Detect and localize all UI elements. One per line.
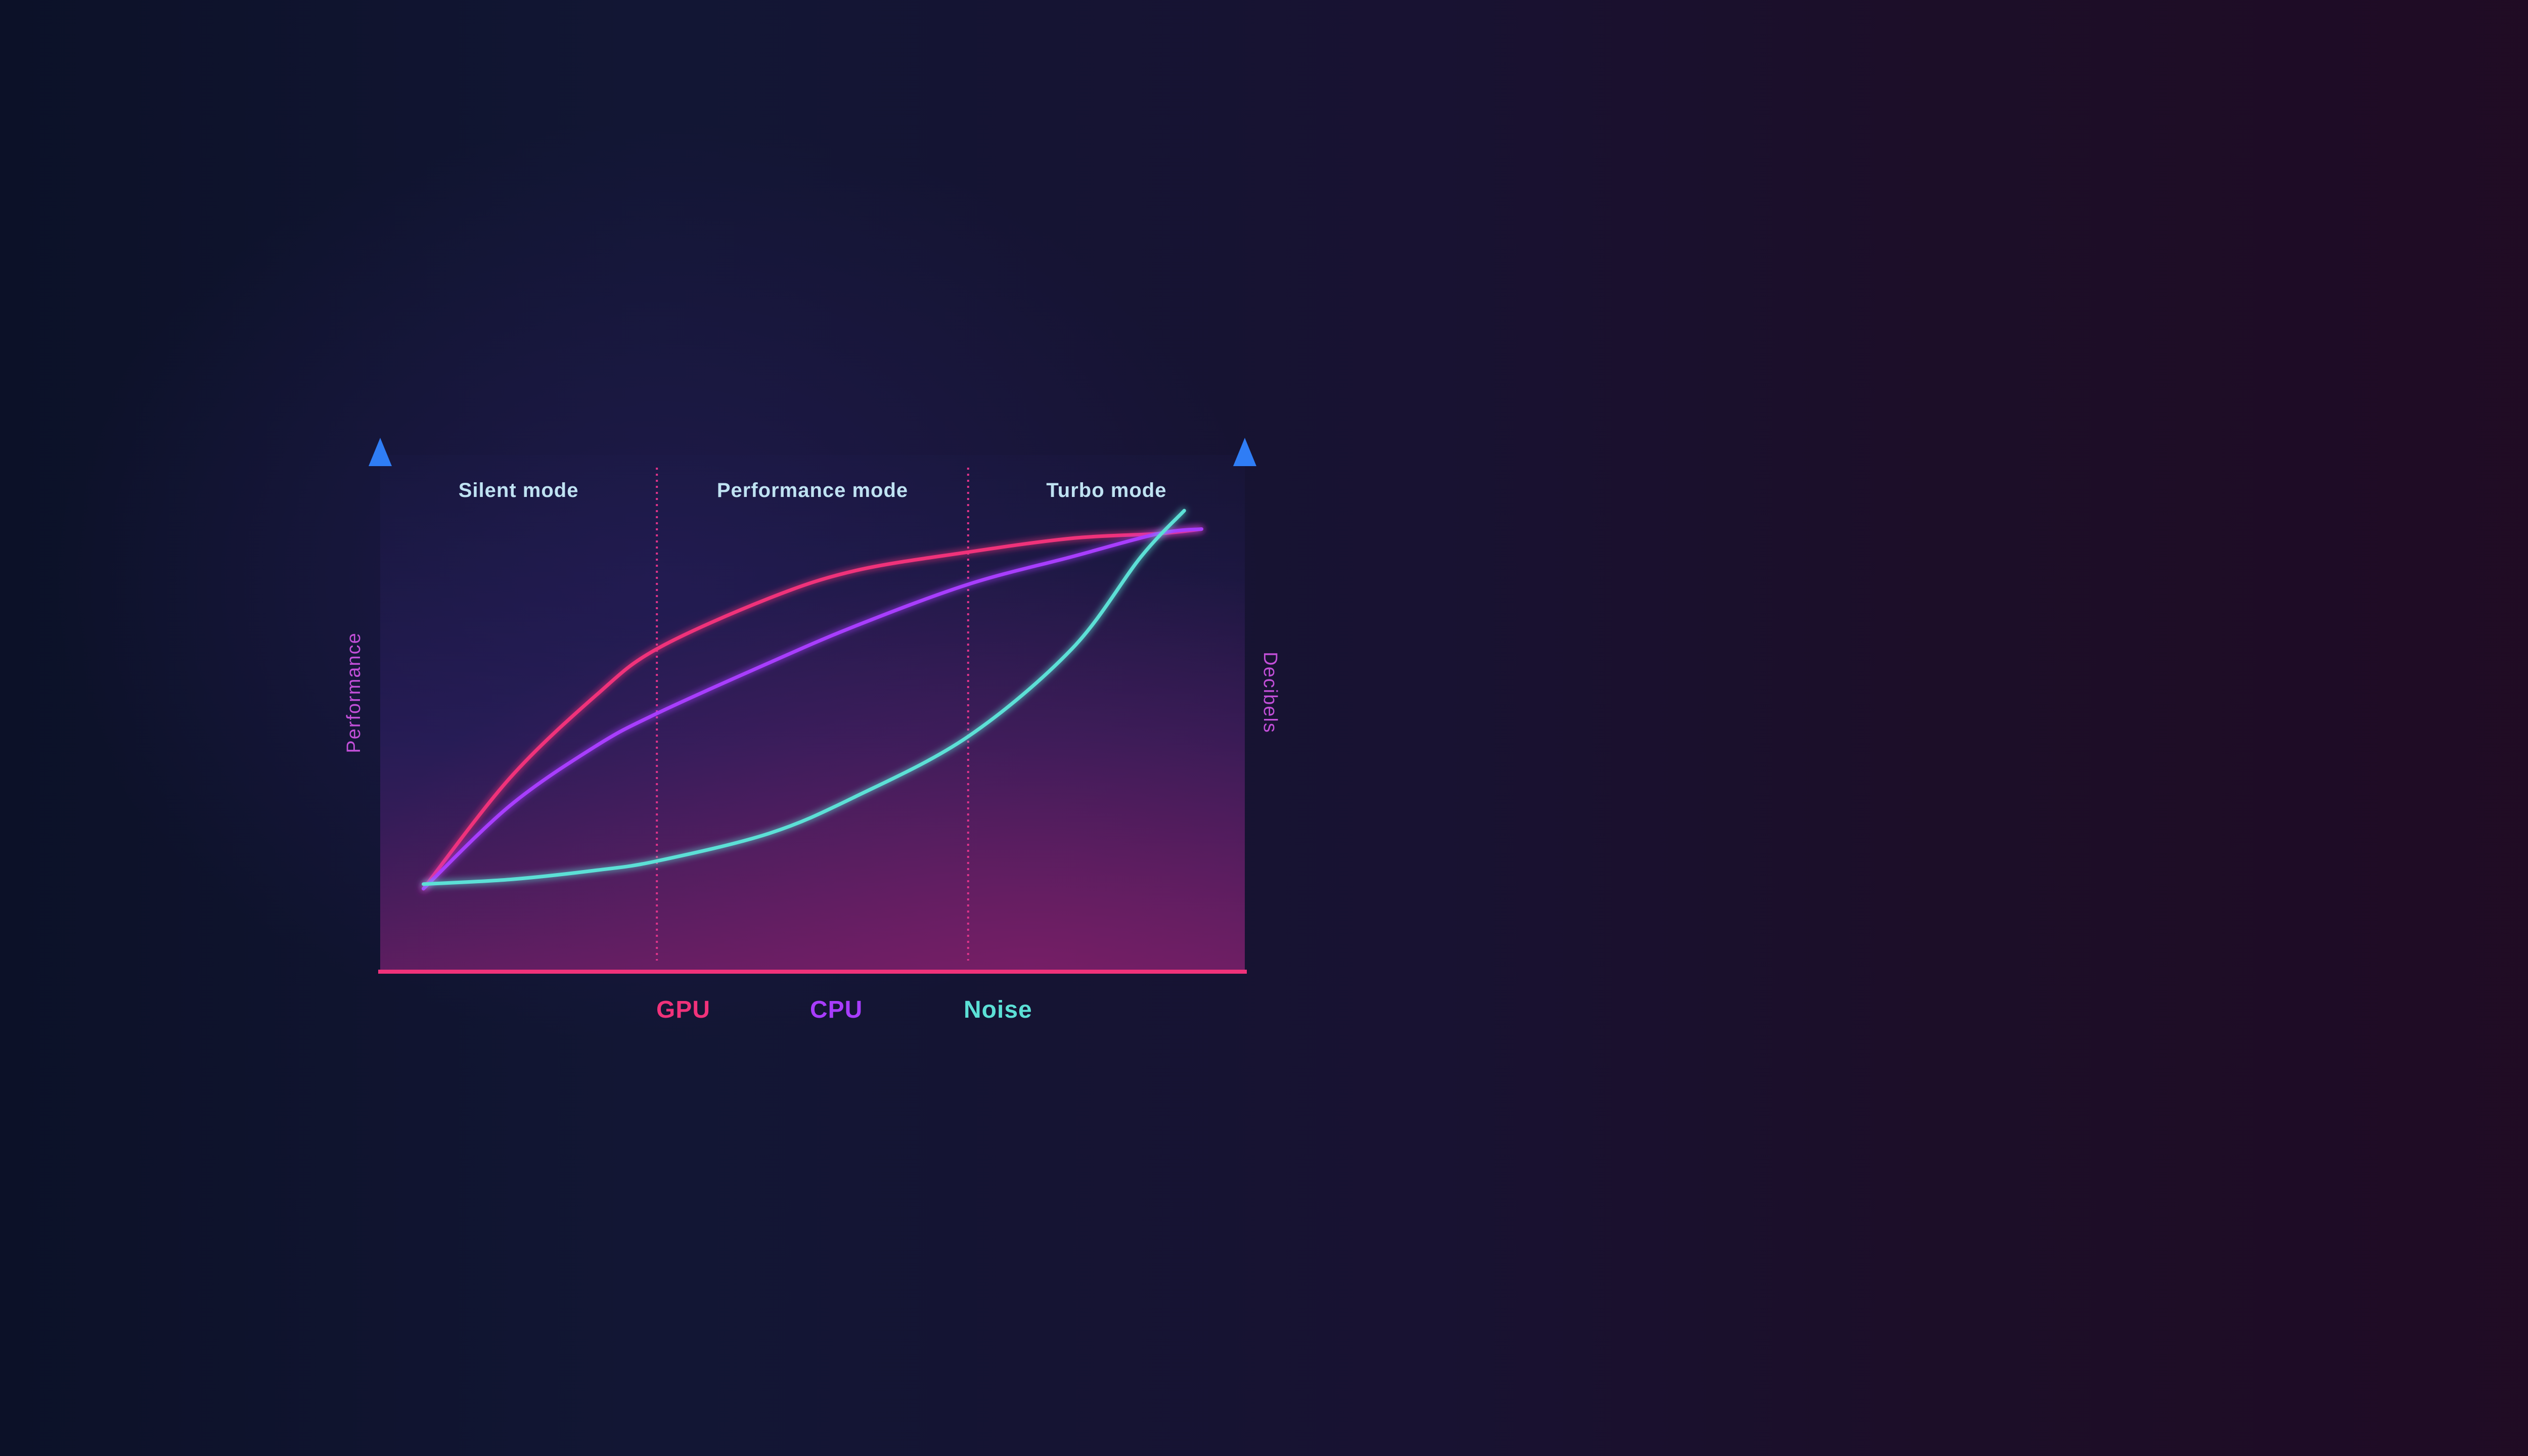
zone-label-2: Performance mode — [717, 479, 908, 502]
zone-label-1: Silent mode — [459, 479, 579, 502]
mode-performance-chart: Silent mode Performance mode Turbo mode Pe… — [343, 438, 1281, 1023]
cpu-legend-label: CPU — [810, 996, 863, 1023]
legend-item-cpu: CPU — [761, 996, 863, 1023]
noise-legend-label: Noise — [964, 996, 1032, 1023]
plot-area-glow — [380, 455, 1245, 972]
legend: GPU CPU Noise — [607, 996, 1032, 1023]
gpu-legend-label: GPU — [656, 996, 710, 1023]
legend-item-noise: Noise — [915, 996, 1032, 1023]
zone-labels: Silent mode Performance mode Turbo mode — [459, 479, 1166, 502]
left-axis-label: Performance — [343, 632, 365, 753]
zone-label-3: Turbo mode — [1046, 479, 1166, 502]
right-axis-label: Decibels — [1259, 652, 1281, 734]
chart-stage: Silent mode Performance mode Turbo mode Pe… — [0, 0, 2528, 1456]
left-axis-arrow-icon — [369, 438, 392, 466]
right-axis-arrow-icon — [1233, 438, 1256, 466]
legend-item-gpu: GPU — [607, 996, 710, 1023]
